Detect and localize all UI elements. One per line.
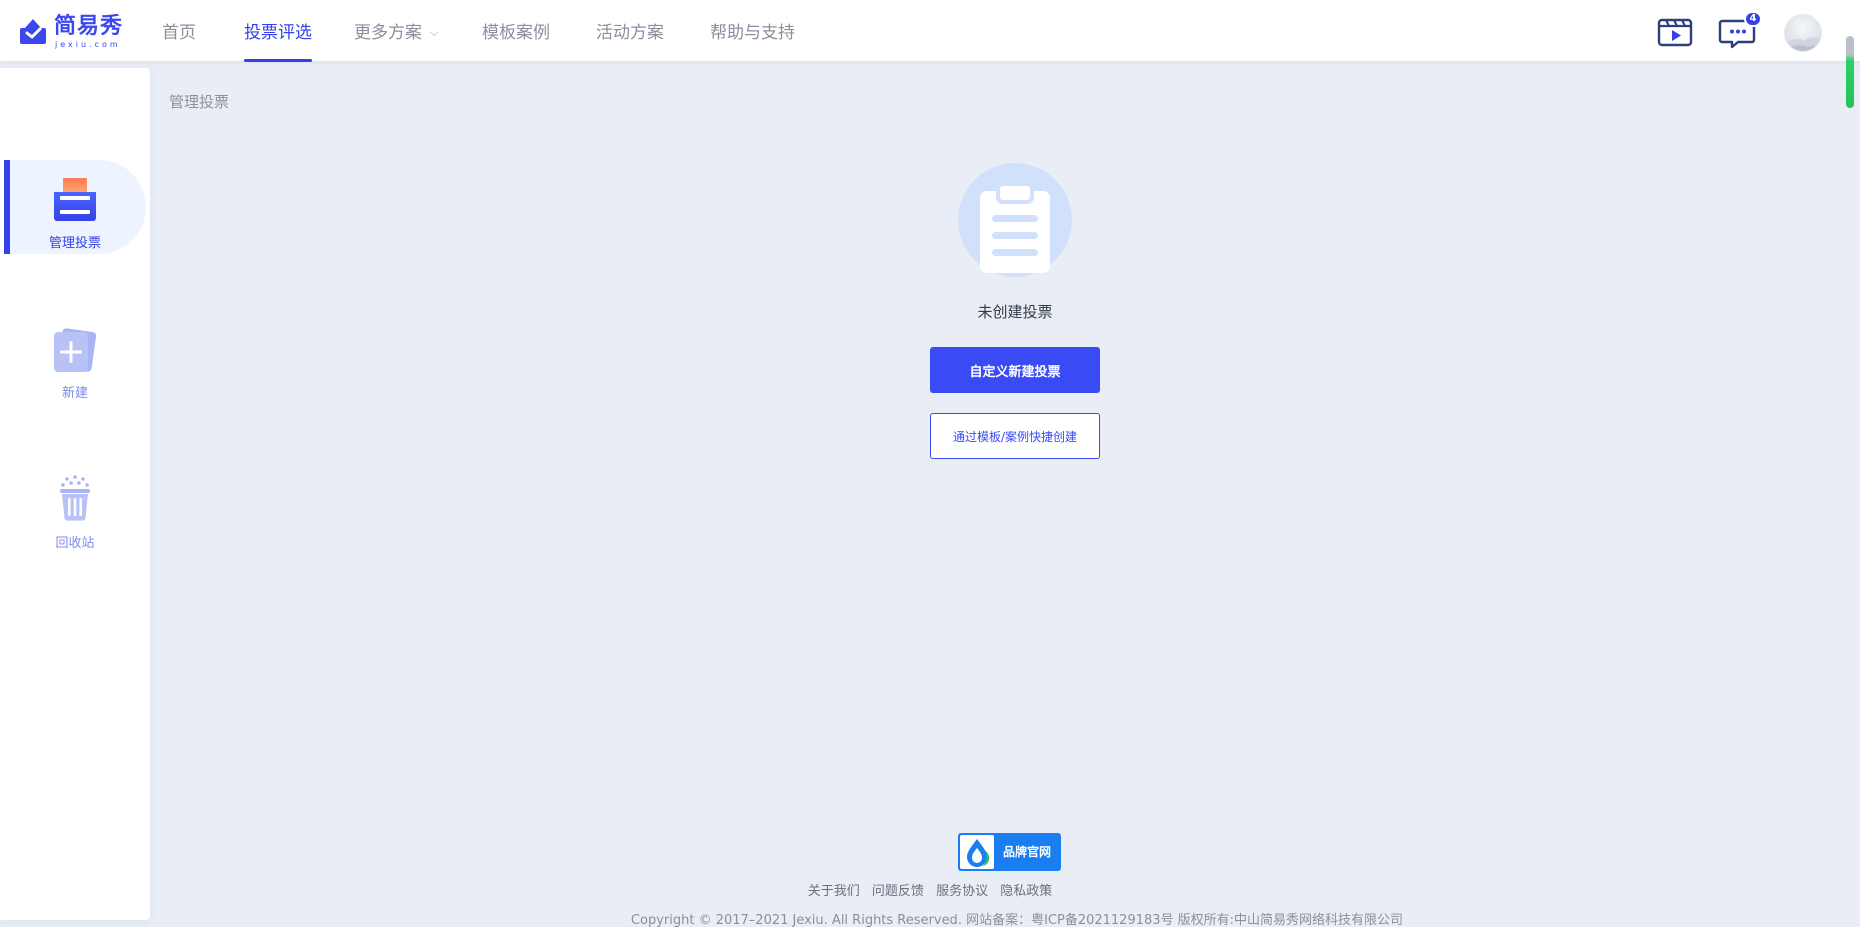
nav-voting-label: 投票评选: [244, 23, 312, 43]
nav-activity-plans[interactable]: 活动方案: [596, 0, 664, 62]
message-icon[interactable]: 4: [1718, 11, 1762, 50]
nav-help-label: 帮助与支持: [710, 23, 795, 43]
brand-badge-label: 品牌官网: [1002, 845, 1051, 859]
avatar[interactable]: [1784, 14, 1822, 52]
clipboard-icon: [980, 182, 1050, 273]
create-from-template-button[interactable]: 通过模板/案例快捷创建: [930, 413, 1100, 459]
sidebar-item-new[interactable]: 新建: [0, 310, 150, 404]
new-card-icon: [54, 328, 97, 372]
active-tab-underline: [244, 59, 312, 62]
create-custom-vote-button[interactable]: 自定义新建投票: [930, 347, 1100, 393]
logo[interactable]: 简易秀 jexiu.com: [18, 14, 123, 50]
scrollbar-thumb[interactable]: [1846, 36, 1854, 108]
top-navigation-bar: 简易秀 jexiu.com 首页 投票评选 更多方案 ⌵ 模板案例 活动方案 帮助…: [0, 0, 1860, 62]
breadcrumb: 管理投票: [169, 93, 230, 111]
brand-official-site-badge[interactable]: 品牌官网: [958, 833, 1061, 871]
nav-templates-label: 模板案例: [482, 23, 550, 43]
nav-templates[interactable]: 模板案例: [482, 0, 550, 62]
sidebar-item-manage-votes[interactable]: 管理投票: [0, 160, 150, 254]
nav-activity-plans-label: 活动方案: [596, 23, 664, 43]
nav-home-label: 首页: [162, 23, 196, 43]
sidebar-item-label: 新建: [61, 386, 88, 401]
sidebar-item-label: 回收站: [55, 536, 95, 551]
sidebar-item-recycle-bin[interactable]: 回收站: [0, 460, 150, 554]
nav-home[interactable]: 首页: [162, 0, 196, 62]
chevron-down-icon: ⌵: [430, 26, 439, 39]
nav-voting[interactable]: 投票评选: [228, 0, 328, 62]
footer-link-terms[interactable]: 服务协议: [936, 884, 988, 899]
trash-icon: [60, 475, 90, 521]
logo-icon: [20, 19, 46, 44]
footer-link-feedback[interactable]: 问题反馈: [872, 884, 924, 899]
sidebar-item-label: 管理投票: [48, 236, 101, 251]
logo-text: 简易秀: [54, 14, 124, 39]
footer-link-about[interactable]: 关于我们: [808, 884, 860, 899]
nav-help[interactable]: 帮助与支持: [710, 0, 795, 62]
nav-more-solutions[interactable]: 更多方案 ⌵: [354, 0, 438, 62]
empty-state-text: 未创建投票: [977, 303, 1053, 321]
copyright-text: Copyright © 2017–2021 Jexiu. All Rights …: [630, 913, 1404, 927]
logo-domain: jexiu.com: [55, 40, 121, 49]
video-tutorial-icon[interactable]: [1656, 14, 1696, 50]
brand-logo-icon: [960, 835, 994, 869]
ballot-box-icon: [54, 178, 96, 221]
nav-more-solutions-label: 更多方案: [354, 23, 422, 43]
footer-links: 关于我们 问题反馈 服务协议 隐私政策: [0, 880, 1860, 899]
empty-state-illustration: [958, 163, 1072, 277]
message-count-badge: 4: [1744, 11, 1762, 27]
footer-link-privacy[interactable]: 隐私政策: [1000, 884, 1052, 899]
sidebar: 管理投票 新建 回收站: [0, 68, 150, 920]
